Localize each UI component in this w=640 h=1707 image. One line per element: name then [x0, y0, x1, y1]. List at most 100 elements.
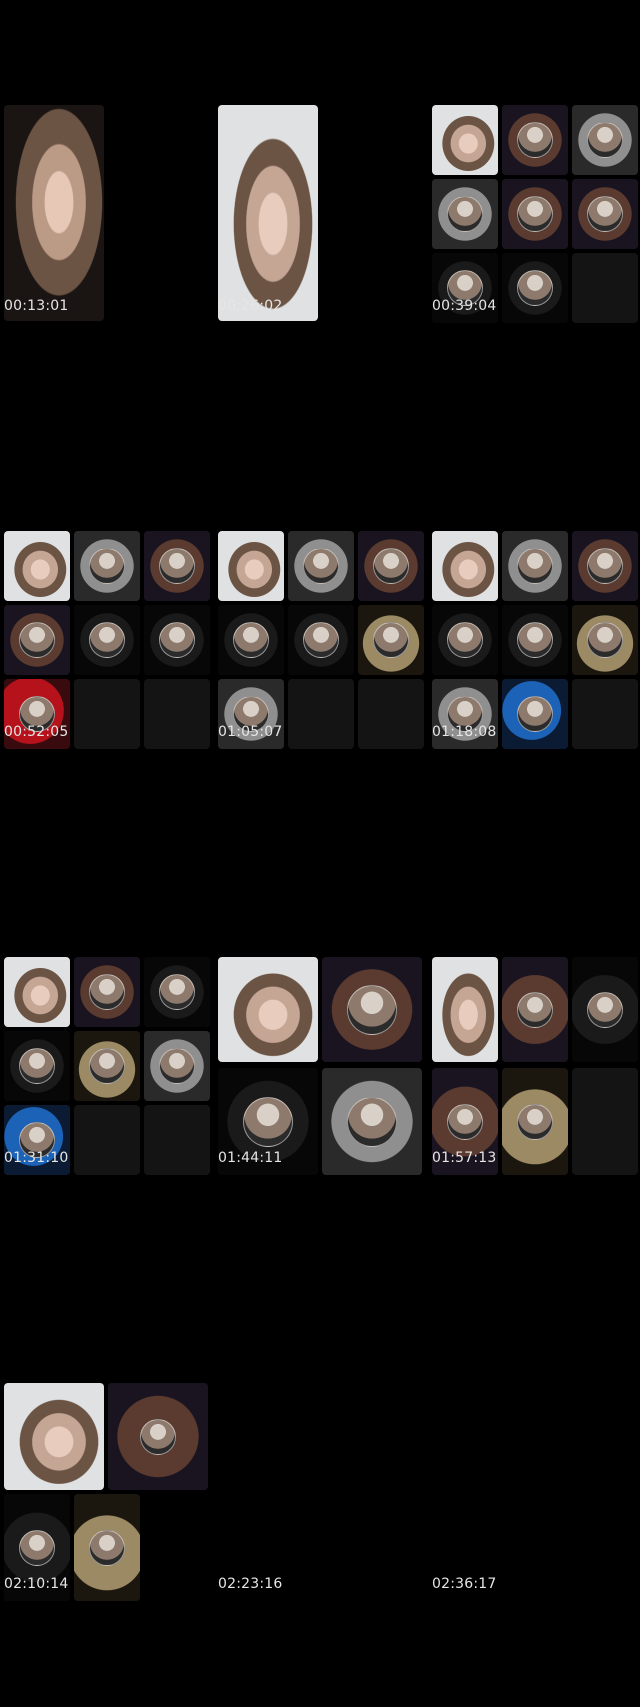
- avatar: [587, 196, 623, 232]
- grid-tile[interactable]: [144, 1031, 210, 1101]
- video-frame[interactable]: [0, 531, 214, 749]
- video-frame[interactable]: [428, 531, 640, 749]
- timestamp: 02:36:17: [432, 1576, 497, 1592]
- thumbnail-cell[interactable]: 01:05:07: [214, 426, 428, 852]
- thumbnail-cell[interactable]: 02:10:14: [0, 1278, 214, 1704]
- grid-tile[interactable]: [322, 1068, 422, 1175]
- grid-tile[interactable]: [502, 179, 568, 249]
- face-thumbnail: [4, 531, 70, 601]
- grid-tile[interactable]: [4, 605, 70, 675]
- grid-tile[interactable]: [572, 957, 638, 1062]
- empty-grid-tile: [572, 679, 638, 749]
- avatar: [243, 1096, 293, 1147]
- grid-tile[interactable]: [432, 531, 498, 601]
- grid-tile[interactable]: [108, 1383, 208, 1490]
- thumbnail-cell[interactable]: 01:44:11: [214, 852, 428, 1278]
- thumbnail-cell[interactable]: 01:31:10: [0, 852, 214, 1278]
- grid-tile[interactable]: [144, 957, 210, 1027]
- grid-tile[interactable]: [572, 531, 638, 601]
- video-frame[interactable]: [0, 105, 214, 323]
- face-thumbnail: [218, 531, 284, 601]
- grid-tile[interactable]: [4, 1031, 70, 1101]
- timestamp: 00:52:05: [4, 724, 69, 740]
- thumbnail-cell[interactable]: 00:39:04: [428, 0, 640, 426]
- grid-tile[interactable]: [502, 679, 568, 749]
- video-frame[interactable]: [428, 105, 640, 323]
- empty-grid-tile: [572, 1068, 638, 1175]
- grid-tile[interactable]: [74, 605, 140, 675]
- grid-tile[interactable]: [572, 105, 638, 175]
- thumbnail-cell[interactable]: 01:57:13: [428, 852, 640, 1278]
- grid-tile[interactable]: [74, 1031, 140, 1101]
- grid-tile[interactable]: [288, 605, 354, 675]
- grid-tile[interactable]: [358, 605, 424, 675]
- avatar: [89, 1529, 125, 1566]
- grid-tile[interactable]: [4, 1383, 104, 1490]
- grid-tile[interactable]: [432, 105, 498, 175]
- grid-tile[interactable]: [432, 179, 498, 249]
- grid-tile[interactable]: [502, 1068, 568, 1175]
- grid-tile[interactable]: [74, 957, 140, 1027]
- face-thumbnail: [432, 531, 498, 601]
- avatar: [159, 622, 195, 658]
- video-frame[interactable]: [0, 957, 214, 1175]
- avatar: [233, 622, 269, 658]
- avatar: [373, 622, 409, 658]
- grid-tile[interactable]: [502, 605, 568, 675]
- avatar: [447, 1103, 483, 1140]
- video-frame[interactable]: [0, 1383, 214, 1601]
- grid-tile[interactable]: [322, 957, 422, 1062]
- avatar: [517, 548, 553, 584]
- grid-tile[interactable]: [4, 957, 70, 1027]
- avatar: [19, 622, 55, 658]
- thumbnail-cell[interactable]: 00:13:01: [0, 0, 214, 426]
- thumbnail-cell[interactable]: 01:18:08: [428, 426, 640, 852]
- grid-tile[interactable]: [432, 605, 498, 675]
- grid-tile[interactable]: [74, 1494, 140, 1601]
- video-frame[interactable]: [428, 957, 640, 1175]
- empty-grid-tile: [572, 253, 638, 323]
- timestamp: 01:31:10: [4, 1150, 69, 1166]
- avatar: [347, 1096, 397, 1147]
- grid-tile[interactable]: [502, 253, 568, 323]
- grid-tile[interactable]: [74, 531, 140, 601]
- thumbnail-cell[interactable]: 02:23:16: [214, 1278, 428, 1704]
- empty-grid-tile: [288, 679, 354, 749]
- grid-tile[interactable]: [502, 531, 568, 601]
- avatar: [517, 622, 553, 658]
- video-frame[interactable]: [428, 1383, 640, 1601]
- avatar: [159, 548, 195, 584]
- grid-tile[interactable]: [218, 605, 284, 675]
- video-tile[interactable]: [4, 105, 104, 321]
- avatar: [159, 1048, 195, 1084]
- grid-tile[interactable]: [144, 531, 210, 601]
- grid-tile[interactable]: [572, 179, 638, 249]
- grid-tile[interactable]: [502, 957, 568, 1062]
- video-frame[interactable]: [214, 1383, 428, 1601]
- avatar: [517, 122, 553, 158]
- video-tile[interactable]: [218, 105, 318, 321]
- grid-tile[interactable]: [144, 605, 210, 675]
- avatar: [140, 1418, 176, 1455]
- grid-tile[interactable]: [358, 531, 424, 601]
- grid-tile[interactable]: [502, 105, 568, 175]
- empty-grid-tile: [74, 1105, 140, 1175]
- avatar: [447, 196, 483, 232]
- grid-tile[interactable]: [432, 957, 498, 1062]
- video-frame[interactable]: [214, 531, 428, 749]
- thumbnail-cell[interactable]: 02:36:17: [428, 1278, 640, 1704]
- video-frame[interactable]: [214, 105, 428, 323]
- face-thumbnail: [432, 105, 498, 175]
- grid-tile[interactable]: [218, 957, 318, 1062]
- timestamp: 01:18:08: [432, 724, 497, 740]
- video-frame[interactable]: [214, 957, 428, 1175]
- grid-tile[interactable]: [572, 605, 638, 675]
- avatar: [89, 548, 125, 584]
- thumbnail-cell[interactable]: 00:52:05: [0, 426, 214, 852]
- grid-tile[interactable]: [4, 531, 70, 601]
- thumbnail-cell[interactable]: 00:26:02: [214, 0, 428, 426]
- grid-tile[interactable]: [288, 531, 354, 601]
- grid-tile[interactable]: [218, 531, 284, 601]
- avatar: [89, 1048, 125, 1084]
- avatar: [19, 1048, 55, 1084]
